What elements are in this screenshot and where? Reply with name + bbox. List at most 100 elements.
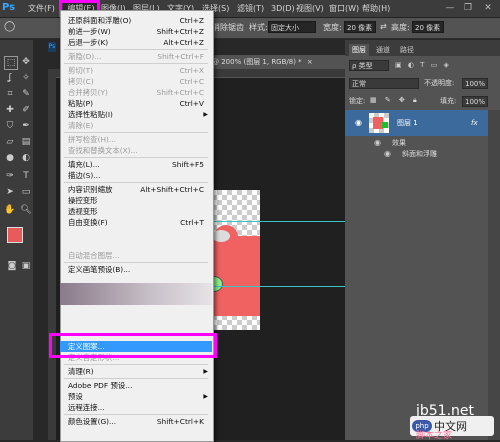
rect-marquee-tool-icon[interactable]: ⬚ xyxy=(4,56,18,70)
menu-item-label: 颜色设置(G)... xyxy=(68,417,117,426)
menu-item: 拼写检查(H)... xyxy=(60,134,212,145)
layer-thumbnail-accent xyxy=(382,122,388,128)
menu-item-label: 预设 xyxy=(68,392,83,401)
hand-tool-icon[interactable]: ✋ xyxy=(4,204,16,216)
menu-item-label: 合并拷贝(Y) xyxy=(68,88,108,97)
document-tab[interactable]: @ 200% (图层 1, RGB/8) * × xyxy=(210,55,347,69)
swap-icon[interactable]: ⇄ xyxy=(380,22,388,34)
guide-line-2[interactable] xyxy=(212,286,345,287)
pen-tool-icon[interactable]: ✑ xyxy=(4,170,16,182)
menu-item[interactable]: 颜色设置(G)... Shift+Ctrl+K xyxy=(60,416,212,427)
path-select-tool-icon[interactable]: ➤ xyxy=(4,186,16,198)
effect-eye-icon[interactable]: ◉ xyxy=(384,149,394,159)
menu-filter[interactable]: 滤镜(T) xyxy=(237,0,264,17)
menu-separator xyxy=(64,63,208,64)
visibility-eye-icon[interactable]: ◉ xyxy=(355,118,365,128)
width-input[interactable]: 20 像素 xyxy=(344,21,376,33)
menu-item-label: 清理(R) xyxy=(68,367,94,376)
menu-item[interactable]: 后退一步(K) Alt+Ctrl+Z xyxy=(60,37,212,48)
eyedropper-tool-icon[interactable]: ✎ xyxy=(20,88,32,100)
height-input[interactable]: 20 像素 xyxy=(412,21,444,33)
submenu-arrow-icon: ▶ xyxy=(203,368,208,375)
menu-item[interactable] xyxy=(60,228,212,239)
opacity-input[interactable]: 100% xyxy=(462,78,488,89)
doc-tab-ps-icon: Ps xyxy=(48,42,56,52)
menu-item[interactable]: 描边(S)... xyxy=(60,170,212,181)
shape-tool-icon[interactable]: ▭ xyxy=(20,186,32,198)
lasso-tool-icon[interactable]: ʆ xyxy=(4,72,16,84)
quick-mask-icon[interactable]: ◙ xyxy=(6,260,18,272)
define-pattern-highlight-frame xyxy=(49,333,217,358)
menu-separator xyxy=(64,132,208,133)
menu-item[interactable]: 还原斜面和浮雕(O) Ctrl+Z xyxy=(60,15,212,26)
dodge-tool-icon[interactable]: ◐ xyxy=(20,152,32,164)
effects-label: 效果 xyxy=(392,139,406,147)
guide-line-1[interactable] xyxy=(212,221,345,222)
gradient-tool-icon[interactable]: ▤ xyxy=(20,136,32,148)
document-tab-close-icon[interactable]: × xyxy=(307,58,313,66)
restore-icon[interactable]: ❐ xyxy=(462,2,474,14)
menu-3d[interactable]: 3D(D) xyxy=(271,0,295,17)
move-tool-icon[interactable]: ✥ xyxy=(20,56,32,68)
menu-separator xyxy=(64,262,208,263)
tab-channels[interactable]: 通道 xyxy=(373,44,393,56)
history-brush-icon[interactable]: ✒ xyxy=(20,120,32,132)
menu-item[interactable]: 定义画笔预设(B)... xyxy=(60,264,212,275)
menu-item[interactable]: 填充(L)... Shift+F5 xyxy=(60,159,212,170)
tab-paths[interactable]: 路径 xyxy=(397,44,417,56)
marquee-ellipse-icon[interactable]: ◯ xyxy=(4,21,18,33)
layer-row[interactable]: ◉ 图层 1 fx xyxy=(345,110,500,136)
menu-item[interactable]: 透视变形 xyxy=(60,206,212,217)
menu-item[interactable]: 内容识别缩放 Alt+Shift+Ctrl+C xyxy=(60,184,212,195)
menu-item[interactable]: 选择性粘贴(I) ▶ xyxy=(60,109,212,120)
tab-layers[interactable]: 图层 xyxy=(349,44,369,56)
fx-icon[interactable]: fx xyxy=(471,118,478,129)
foreground-color-swatch[interactable] xyxy=(7,227,23,243)
healing-tool-icon[interactable]: ✚ xyxy=(4,104,16,116)
menu-item: 剪切(T) Ctrl+X xyxy=(60,65,212,76)
brush-tool-icon[interactable]: ✐ xyxy=(20,104,32,116)
menu-item: 自动混合图层... xyxy=(60,250,212,261)
menu-item[interactable]: 清理(R) ▶ xyxy=(60,366,212,377)
lock-icons[interactable]: ▦ ✎ ✥ 🔒︎ xyxy=(370,96,420,107)
filter-icons[interactable]: ▣ ◐ T ▭ ◈ xyxy=(395,61,485,70)
blend-mode-select[interactable]: 正常 xyxy=(349,78,419,89)
crop-tool-icon[interactable]: ⌗ xyxy=(4,88,16,100)
layer-kind-filter[interactable]: ρ 类型 xyxy=(349,60,389,71)
menu-item[interactable]: 自由变换(F) Ctrl+T xyxy=(60,217,212,228)
menu-item-shortcut: Shift+Ctrl+Z xyxy=(156,27,204,36)
menu-item-shortcut: Ctrl+Z xyxy=(179,16,204,25)
magic-wand-tool-icon[interactable]: ✧ xyxy=(20,72,32,84)
menu-item[interactable]: 前进一步(W) Shift+Ctrl+Z xyxy=(60,26,212,37)
stamp-tool-icon[interactable]: ⛉ xyxy=(4,120,16,132)
zoom-tool-icon[interactable]: 🔍︎ xyxy=(20,204,32,216)
menu-item-shortcut: Shift+Ctrl+C xyxy=(156,88,205,97)
effect-item-bevel[interactable]: 斜面和浮雕 xyxy=(402,149,437,160)
menu-item[interactable]: 预设 ▶ xyxy=(60,391,212,402)
menu-help[interactable]: 帮助(H) xyxy=(362,0,390,17)
menu-window[interactable]: 窗口(W) xyxy=(329,0,359,17)
menu-item-shortcut: Ctrl+C xyxy=(179,77,204,86)
menu-item[interactable]: Adobe PDF 预设... xyxy=(60,380,212,391)
menu-item[interactable]: 远程连接... xyxy=(60,402,212,413)
type-tool-icon[interactable]: T xyxy=(20,170,32,182)
fill-input[interactable]: 100% xyxy=(462,96,488,107)
menu-item-label: 还原斜面和浮雕(O) xyxy=(68,16,132,25)
menu-item-label: 远程连接... xyxy=(68,403,105,412)
screen-mode-icon[interactable]: ▣ xyxy=(20,260,32,272)
minimize-icon[interactable]: — xyxy=(444,2,456,14)
blur-tool-icon[interactable]: ● xyxy=(4,152,16,164)
menu-item[interactable]: 粘贴(P) Ctrl+V xyxy=(60,98,212,109)
close-icon[interactable]: ✕ xyxy=(482,2,494,14)
menu-item[interactable]: 操控变形 xyxy=(60,195,212,206)
menu-file[interactable]: 文件(F) xyxy=(28,0,55,17)
menu-view[interactable]: 视图(V) xyxy=(296,0,324,17)
eraser-tool-icon[interactable]: ▱ xyxy=(4,136,16,148)
menu-separator xyxy=(64,49,208,50)
layer-name[interactable]: 图层 1 xyxy=(397,118,418,129)
panel-scrollbar[interactable] xyxy=(488,110,500,440)
menu-item[interactable] xyxy=(60,239,212,250)
puzzle-hole-top xyxy=(212,230,230,242)
effects-eye-icon[interactable]: ◉ xyxy=(374,138,384,148)
style-select[interactable]: 固定大小 xyxy=(268,21,316,33)
